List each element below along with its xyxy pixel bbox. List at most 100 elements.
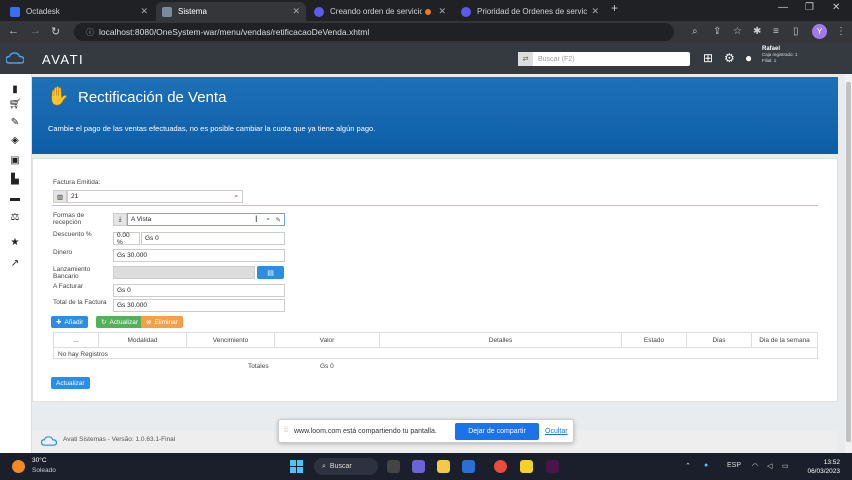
chevron-up-icon[interactable]: ⌃ bbox=[685, 462, 691, 470]
gear-icon bbox=[314, 6, 324, 17]
volume-icon[interactable]: ◁ bbox=[767, 462, 772, 470]
add-button[interactable]: ✚ Añadir bbox=[51, 316, 89, 328]
column-header[interactable]: Dia de la semana bbox=[752, 333, 817, 347]
share-notice: www.loom.com está compartiendo tu pantal… bbox=[294, 428, 437, 435]
sidebar-item-star[interactable]: ★ bbox=[9, 236, 21, 248]
close-icon[interactable]: ✕ bbox=[438, 6, 446, 17]
drag-handle-icon[interactable]: ⁞⁞ bbox=[284, 427, 288, 434]
weather-condition[interactable]: Soleado bbox=[32, 467, 56, 474]
column-header[interactable]: Valor bbox=[275, 333, 380, 347]
weather-temp[interactable]: 30°C bbox=[32, 457, 47, 464]
column-header[interactable]: Vencimiento bbox=[187, 333, 275, 347]
sidebar-item-cart[interactable]: 🛒︎ bbox=[9, 98, 22, 110]
battery-icon[interactable]: ▭ bbox=[782, 462, 789, 470]
share-icon[interactable]: ⇪ bbox=[713, 26, 721, 37]
formas-input[interactable]: A Vista ⌕ ✎ bbox=[127, 213, 285, 226]
extensions-icon[interactable]: ✱ bbox=[753, 26, 761, 37]
descuento-label: Descuento % bbox=[53, 231, 92, 238]
star-icon[interactable]: ☆ bbox=[733, 26, 742, 37]
app-header: AVATI ⇄ Buscar (F2) ⊞ ⚙ ● bbox=[0, 43, 852, 74]
hide-link[interactable]: Ocultar bbox=[545, 428, 568, 435]
browser-tabstrip: Octadesk ✕ Sistema ✕ Creando orden de se… bbox=[0, 0, 852, 21]
new-tab-button[interactable]: + bbox=[611, 1, 618, 15]
save-update-button[interactable]: Actualizar bbox=[51, 377, 90, 389]
factura-input[interactable]: 21 ⌕ bbox=[67, 190, 243, 203]
close-icon[interactable]: ✕ bbox=[591, 6, 599, 17]
grid-icon[interactable]: ⊞ bbox=[703, 51, 713, 65]
sidebar-item-truck[interactable]: ▬ bbox=[9, 192, 21, 204]
update-row-button[interactable]: ↻ Actualizar bbox=[96, 316, 143, 328]
task-view-icon[interactable] bbox=[387, 460, 400, 473]
search-icon[interactable]: ⌕ bbox=[692, 26, 698, 37]
column-header[interactable]: Dias bbox=[687, 333, 752, 347]
afacturar-input[interactable]: Gs 0 bbox=[113, 284, 285, 297]
microphone-icon[interactable]: ● bbox=[704, 462, 708, 469]
sidebar-item-chart[interactable]: ↗ bbox=[9, 257, 21, 269]
column-header[interactable]: Detalles bbox=[380, 333, 622, 347]
delete-button[interactable]: ⊗ Eliminar bbox=[141, 316, 183, 328]
global-search[interactable]: ⇄ Buscar (F2) bbox=[518, 52, 690, 66]
sidebar-item-documents[interactable]: ▮ bbox=[9, 83, 21, 95]
stop-sharing-button[interactable]: Dejar de compartir bbox=[455, 423, 539, 440]
descuento-pct-input[interactable]: 0.00 % bbox=[113, 232, 140, 246]
media-icon[interactable]: ≡ bbox=[773, 26, 779, 37]
search-icon[interactable]: ⌕ bbox=[234, 193, 238, 201]
close-icon[interactable]: ✕ bbox=[292, 6, 300, 17]
search-icon: ⌕ bbox=[322, 462, 326, 470]
url-field[interactable]: ⓘ localhost:8080/OneSystem-war/menu/vend… bbox=[74, 23, 674, 41]
id-card-button[interactable]: ▤ bbox=[257, 266, 284, 279]
slack-icon[interactable] bbox=[546, 460, 559, 473]
totals-label: Totales bbox=[248, 363, 269, 370]
search-icon[interactable]: ⌕ bbox=[266, 216, 270, 224]
back-button[interactable]: ← bbox=[8, 25, 19, 37]
wifi-icon[interactable]: ◠ bbox=[752, 462, 758, 470]
reload-button[interactable]: ↻ bbox=[51, 25, 60, 38]
file-explorer-icon[interactable] bbox=[437, 460, 450, 473]
teams-icon[interactable] bbox=[412, 460, 425, 473]
profile-avatar[interactable]: Y bbox=[812, 24, 827, 39]
close-icon[interactable]: ✕ bbox=[140, 6, 148, 17]
sidepanel-icon[interactable]: ▯ bbox=[793, 26, 799, 37]
tab-octadesk[interactable]: Octadesk ✕ bbox=[4, 2, 154, 21]
edit-icon[interactable]: ✎ bbox=[276, 216, 281, 224]
cloud-logo-icon[interactable] bbox=[6, 52, 24, 64]
sidebar-item-balance[interactable]: ⚖ bbox=[9, 211, 21, 223]
page-banner: ✋ Rectificación de Venta Cambie el pago … bbox=[32, 77, 838, 154]
tab-prioridad[interactable]: Prioridad de Ordenes de servicio ✕ bbox=[455, 2, 605, 21]
mail-icon[interactable] bbox=[462, 460, 475, 473]
barcode-icon: ▥ bbox=[53, 190, 67, 203]
screen-share-bar: ⁞⁞ www.loom.com está compartiendo tu pan… bbox=[278, 419, 574, 443]
taskbar: 30°C Soleado ⌕ Buscar ⌃ ● ESP ◠ ◁ ▭ 13:5… bbox=[0, 453, 852, 480]
window-close-button[interactable]: ✕ bbox=[832, 2, 840, 13]
gear-icon[interactable]: ⚙ bbox=[724, 51, 735, 65]
sidebar-item-industry[interactable]: ▙ bbox=[9, 173, 21, 185]
dinero-input[interactable]: Gs 30.000 bbox=[113, 249, 285, 262]
windows-start-icon[interactable] bbox=[290, 460, 303, 473]
total-input[interactable]: Gs 30.000 bbox=[113, 299, 285, 312]
sticky-notes-icon[interactable] bbox=[520, 460, 533, 473]
sidebar-item-cubes[interactable]: ◈ bbox=[9, 134, 21, 146]
scrollbar-thumb[interactable] bbox=[846, 82, 851, 442]
chrome-icon[interactable] bbox=[494, 460, 507, 473]
language-indicator[interactable]: ESP bbox=[727, 462, 741, 469]
page-scrollbar[interactable] bbox=[845, 74, 852, 453]
minimize-button[interactable]: — bbox=[778, 2, 788, 13]
sun-icon[interactable] bbox=[12, 460, 25, 473]
sidebar-item-tools[interactable]: ✎ bbox=[9, 116, 21, 128]
tab-creando-orden[interactable]: Creando orden de servicio ✕ bbox=[308, 2, 452, 21]
tab-sistema[interactable]: Sistema ✕ bbox=[156, 2, 306, 21]
column-header[interactable]: ... bbox=[54, 333, 99, 347]
descuento-amount-input[interactable]: Gs 0 bbox=[141, 232, 285, 245]
sidebar-item-money[interactable]: ▣ bbox=[9, 154, 21, 166]
gear-icon bbox=[461, 6, 471, 17]
clock[interactable]: 13:52 06/03/2023 bbox=[800, 458, 840, 476]
formas-label: Formas de recepción bbox=[53, 212, 85, 226]
maximize-button[interactable]: ❐ bbox=[805, 2, 814, 13]
user-icon[interactable]: ● bbox=[745, 51, 752, 65]
column-header[interactable]: Estado bbox=[622, 333, 687, 347]
column-header[interactable]: Modalidad bbox=[99, 333, 187, 347]
taskbar-search[interactable]: ⌕ Buscar bbox=[314, 458, 378, 475]
menu-icon[interactable]: ⋮ bbox=[836, 26, 846, 37]
version-text: Avati Sistemas - Versão: 1.0.63.1-Final bbox=[63, 436, 176, 443]
forward-button[interactable]: → bbox=[30, 25, 41, 37]
